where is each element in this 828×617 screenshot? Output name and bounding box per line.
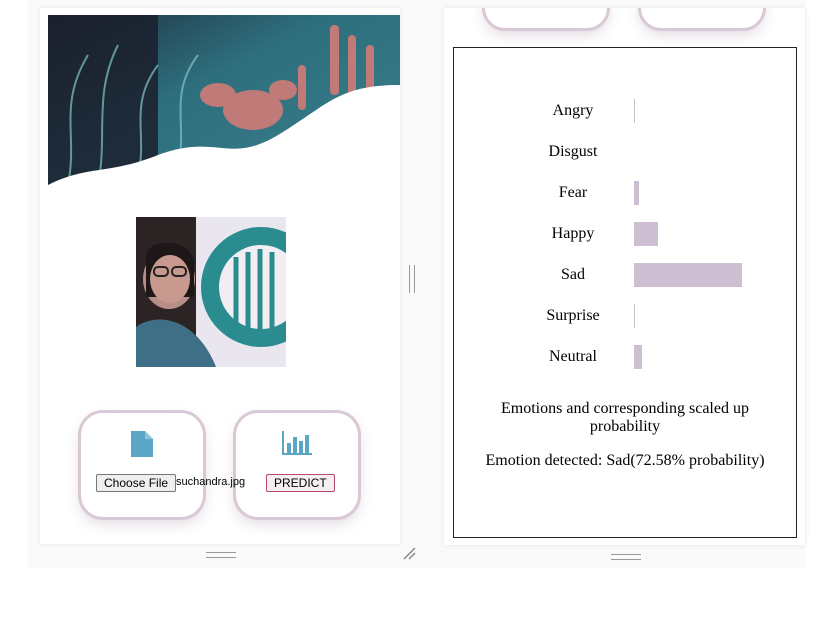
resize-corner-icon[interactable] bbox=[402, 546, 416, 560]
predict-card-stub bbox=[641, 8, 763, 28]
results-panel: Angry Disgust Fear Happy Sad Surprise Neutral … bbox=[444, 8, 805, 545]
emotion-row: Happy bbox=[454, 220, 796, 248]
emotion-row: Fear bbox=[454, 179, 796, 207]
emotion-row: Disgust bbox=[454, 138, 796, 166]
panel-split-handle[interactable] bbox=[409, 265, 415, 293]
emotion-label: Happy bbox=[551, 225, 595, 242]
emotion-bar bbox=[634, 222, 658, 246]
emotion-bar bbox=[634, 181, 640, 205]
chart-caption: Emotions and corresponding scaled up pro… bbox=[501, 400, 749, 435]
detected-emotion: Emotion detected: Sad(72.58% probability… bbox=[485, 452, 765, 469]
left-panel-resize-handle[interactable] bbox=[206, 552, 236, 558]
emotion-label: Neutral bbox=[549, 348, 597, 365]
emotion-row: Surprise bbox=[454, 302, 796, 330]
selected-file-name: suchandra.jpg bbox=[176, 476, 246, 488]
emotion-label: Sad bbox=[561, 266, 585, 283]
predict-card bbox=[236, 413, 358, 517]
bar-chart-icon bbox=[282, 431, 312, 455]
upload-card-stub bbox=[485, 8, 607, 28]
upload-panel: Choose File suchandra.jpg PREDICT bbox=[40, 8, 400, 544]
emotion-bar bbox=[634, 263, 743, 287]
emotion-label: Disgust bbox=[548, 143, 598, 160]
emotion-row: Neutral bbox=[454, 343, 796, 371]
emotion-label: Surprise bbox=[546, 307, 600, 324]
predict-button[interactable]: PREDICT bbox=[266, 474, 335, 492]
emotion-row: Angry bbox=[454, 97, 796, 125]
choose-file-button[interactable]: Choose File bbox=[96, 474, 177, 492]
emotion-bar bbox=[634, 304, 635, 328]
emotion-bar bbox=[634, 99, 635, 123]
results-box: Angry Disgust Fear Happy Sad Surprise Neutral … bbox=[453, 47, 797, 538]
underwater-header-image bbox=[48, 15, 400, 199]
emotion-label: Angry bbox=[552, 102, 594, 119]
file-icon bbox=[131, 431, 153, 457]
emotion-label: Fear bbox=[558, 184, 588, 201]
emotion-bar bbox=[634, 345, 643, 369]
right-panel-resize-handle[interactable] bbox=[611, 554, 641, 560]
emotion-row: Sad bbox=[454, 261, 796, 289]
upload-card bbox=[81, 413, 203, 517]
uploaded-photo bbox=[136, 217, 286, 367]
